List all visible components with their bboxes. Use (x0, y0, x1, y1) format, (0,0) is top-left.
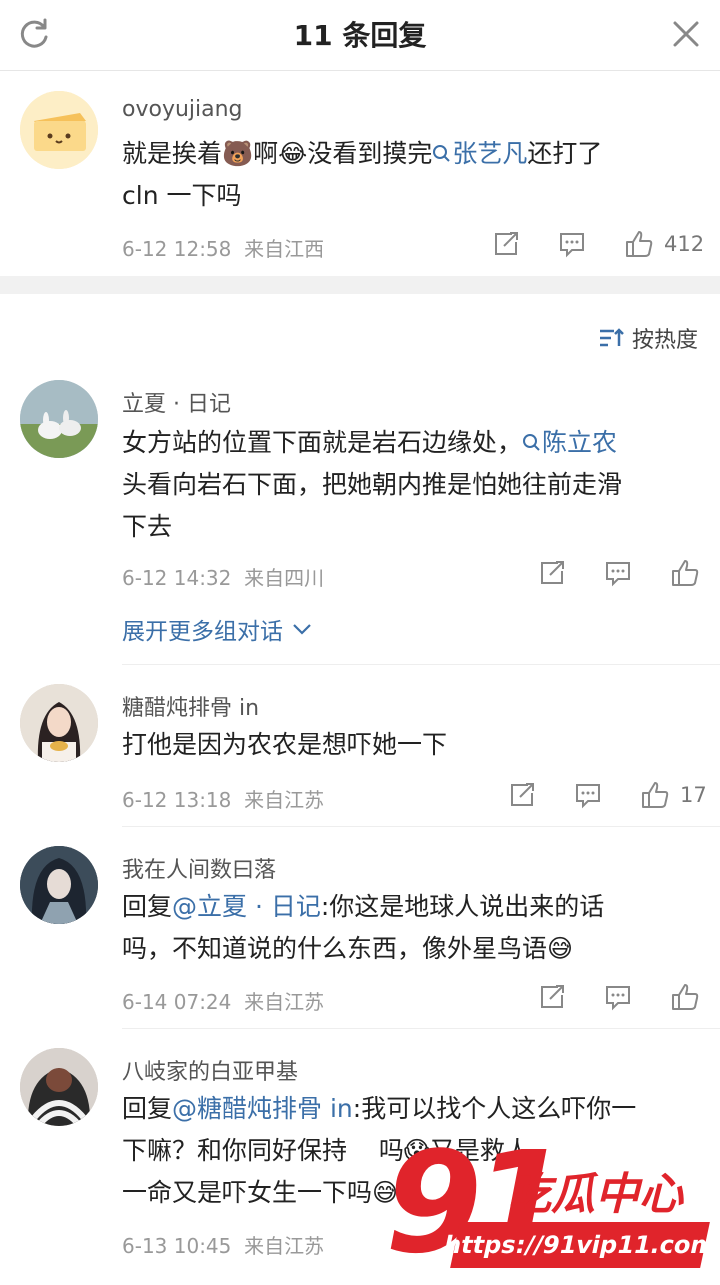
like-button[interactable] (670, 558, 700, 588)
comment-meta: 6-14 07:24 来自江苏 (122, 990, 325, 1014)
watermark-logo: 91 吃瓜中心 https://91vip11.com (385, 1122, 719, 1285)
page-title: 11 条回复 (293, 19, 427, 52)
laugh-emoji: 😂 (278, 139, 308, 168)
comment-text: 女方站的位置下面就是岩石边缘处， 陈立农 头看向岩石下面，把她朝内推是怕她往前走滑… (122, 428, 623, 541)
comment-text: 就是挨着🐻啊😂没看到摸完 张艺凡还打了 cln 一下吗 (122, 139, 603, 210)
watermark-url: https://91vip11.com (441, 1222, 719, 1268)
like-count: 412 (664, 232, 705, 256)
search-mention[interactable]: 陈立农 (522, 428, 617, 457)
like-count: 17 (680, 783, 707, 807)
avatar[interactable] (20, 684, 98, 762)
username[interactable]: 八岐家的白亚甲基 (122, 1054, 298, 1086)
username[interactable]: 我在人间数曰落 (122, 852, 276, 884)
reply-mention[interactable]: @糖醋炖排骨 in (172, 1094, 353, 1123)
comment-meta: 6-13 10:45 来自江苏 (122, 1234, 325, 1258)
comment-meta: 6-12 14:32 来自四川 (122, 566, 325, 590)
username[interactable]: 糖醋炖排骨 in (122, 690, 259, 722)
comment-actions: 412 (492, 229, 704, 259)
sort-button[interactable]: 按热度 (598, 322, 698, 354)
divider (122, 1028, 720, 1029)
top-bar: 11 条回复 (0, 0, 720, 71)
comment-icon[interactable] (604, 559, 632, 587)
sort-icon (599, 328, 624, 347)
avatar[interactable] (20, 1048, 98, 1126)
username[interactable]: ovoyujiang (122, 97, 243, 122)
sort-label: 按热度 (631, 328, 698, 353)
avatar[interactable] (20, 91, 98, 169)
comment-text: 打他是因为农农是想吓她一下 (122, 730, 448, 759)
thumbs-up-icon (626, 231, 653, 257)
thumbs-up-icon (672, 984, 699, 1010)
search-mention[interactable]: 张艺凡 (432, 139, 527, 168)
share-icon[interactable] (492, 230, 520, 258)
comment-icon[interactable] (558, 230, 586, 258)
avatar[interactable] (20, 380, 98, 458)
watermark-slogan: 吃瓜中心 (507, 1169, 683, 1220)
section-separator (0, 276, 720, 294)
thumbs-up-icon (642, 782, 669, 808)
comment-icon[interactable] (574, 781, 602, 809)
like-button[interactable] (670, 982, 700, 1012)
comment-actions: 17 (508, 780, 707, 810)
share-icon[interactable] (538, 983, 566, 1011)
root-comment: ovoyujiang 就是挨着🐻啊😂没看到摸完 张艺凡还打了 cln 一下吗 6-1… (0, 71, 720, 276)
like-button[interactable]: 17 (640, 780, 707, 810)
search-icon (523, 434, 540, 451)
comment-text: 回复@立夏 · 日记:你这是地球人说出来的话 吗，不知道说的什么东西，像外星鸟语… (122, 892, 605, 963)
bear-emoji: 🐻 (222, 139, 254, 168)
search-icon (433, 145, 451, 162)
divider (122, 826, 720, 827)
share-icon[interactable] (538, 559, 566, 587)
expand-more-link[interactable]: 展开更多组对话 (122, 612, 313, 646)
reply-mention[interactable]: @立夏 · 日记 (172, 892, 321, 921)
comment-icon[interactable] (604, 983, 632, 1011)
comment-meta: 6-12 12:58 来自江西 (122, 237, 325, 261)
avatar[interactable] (20, 846, 98, 924)
chevron-down-icon (293, 624, 311, 635)
like-button[interactable]: 412 (624, 229, 704, 259)
share-icon[interactable] (508, 781, 536, 809)
sweat-smile-emoji: 😅 (547, 934, 574, 963)
username[interactable]: 立夏 · 日记 (122, 386, 231, 418)
divider (122, 664, 720, 665)
comment-actions (538, 982, 700, 1012)
close-icon[interactable] (666, 14, 706, 54)
comment-actions (538, 558, 700, 588)
comment-meta: 6-12 13:18 来自江苏 (122, 788, 325, 812)
thumbs-up-icon (672, 560, 699, 586)
